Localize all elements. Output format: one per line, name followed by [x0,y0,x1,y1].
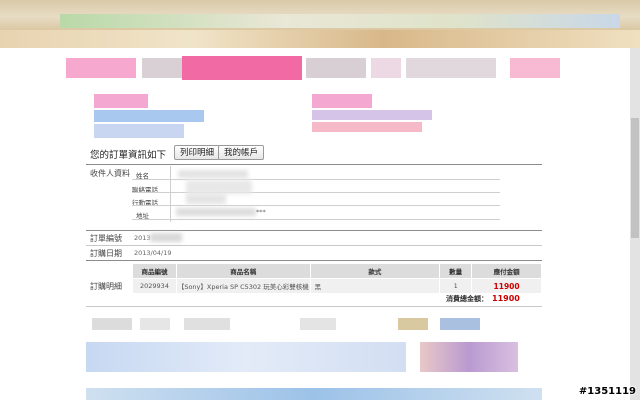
redacted-recipient-info [186,180,252,194]
nav-block[interactable] [306,58,366,78]
section-divider [86,260,542,261]
table-header-row: 商品編號 商品名稱 款式 數量 應付金額 [132,263,542,279]
site-navigation [66,56,566,80]
column-header-price: 應付金額 [471,263,542,279]
section-divider [86,306,542,307]
item-style: 黑 [309,278,441,294]
bookmarks-bar [0,30,640,48]
item-name-link[interactable]: 【Sony】Xperia SP C5302 玩美心彩雙核機 [175,278,311,294]
table-row: 2029934 【Sony】Xperia SP C5302 玩美心彩雙核機 黑 … [132,278,542,294]
recipient-row-divider [132,205,500,206]
nav-block[interactable] [142,58,182,78]
nav-block[interactable] [510,58,560,78]
nav-block[interactable] [182,56,302,80]
redacted-recipient-info [186,194,226,204]
address-bar[interactable] [60,14,620,28]
address-masked-suffix: *** [256,208,266,216]
redacted-recipient-info [178,170,248,178]
item-code: 2029934 [132,278,177,294]
order-details-label: 訂購明細 [90,282,122,291]
total-amount: 11900 [492,294,520,303]
footer-block[interactable] [184,318,230,330]
nav-block[interactable] [406,58,496,78]
section-divider [86,245,542,246]
nav-block[interactable] [371,58,401,78]
column-header-code: 商品編號 [132,263,177,279]
order-date-value: 2013/04/19 [134,249,172,257]
my-account-button[interactable]: 我的帳戶 [218,145,265,160]
nav-block[interactable] [66,58,136,78]
order-number-value: 2013 [134,234,151,242]
print-details-button[interactable]: 列印明細 [174,145,221,160]
heading-divider [86,164,542,165]
image-watermark: #1351119 [578,386,636,397]
banner-right[interactable] [312,94,372,108]
column-header-qty: 數量 [439,263,473,279]
column-header-name: 商品名稱 [175,263,311,279]
banner-left[interactable] [94,110,204,122]
total-label: 消費總金額： [446,295,488,303]
page-title: 您的訂單資訊如下 [90,150,167,161]
footer-block[interactable] [300,318,336,330]
browser-chrome [0,0,640,48]
order-number-label: 訂單編號 [90,234,122,243]
footer-block[interactable] [140,318,170,330]
item-price: 11900 [471,278,542,294]
banner-left[interactable] [94,124,184,138]
banner-right[interactable] [312,122,422,132]
footer-banner[interactable] [86,342,406,372]
footer-block[interactable] [398,318,428,330]
vertical-scrollbar[interactable] [630,48,640,400]
banner-right[interactable] [312,110,432,120]
item-qty: 1 [439,278,473,294]
redacted-recipient-info [176,208,256,216]
footer-block[interactable] [440,318,480,330]
banner-area [84,90,544,152]
footer-banner[interactable] [420,342,518,372]
order-date-label: 訂購日期 [90,249,122,258]
order-total: 消費總金額： 11900 [446,294,520,304]
order-heading-row: 您的訂單資訊如下 列印明細 我的帳戶 [86,145,542,163]
column-header-style: 款式 [309,263,441,279]
banner-left[interactable] [94,94,148,108]
footer-block[interactable] [92,318,132,330]
recipient-column-divider [170,166,171,222]
section-divider [86,230,542,231]
recipient-row-divider [132,219,500,220]
redacted-order-number [150,233,182,242]
footer-strip [86,388,542,400]
scrollbar-thumb[interactable] [631,118,639,238]
order-items-table: 商品編號 商品名稱 款式 數量 應付金額 2029934 【Sony】Xperi… [132,263,542,294]
